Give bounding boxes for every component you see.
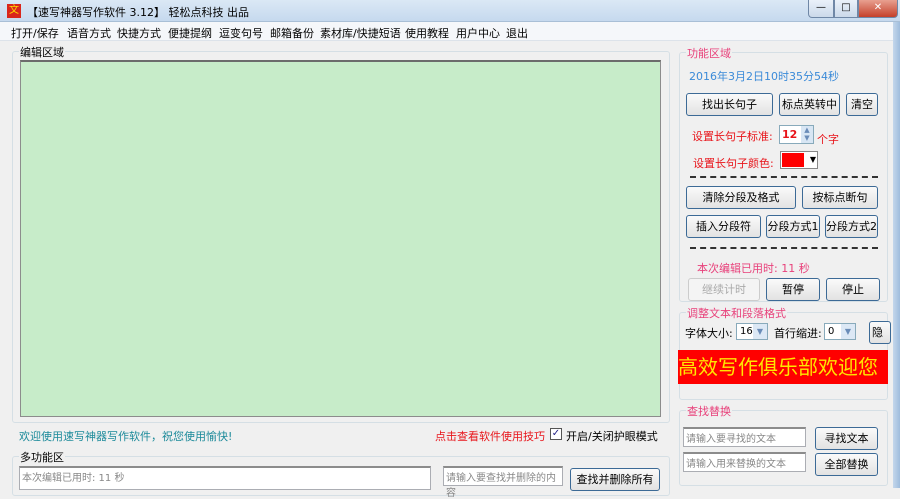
find-long-sentence-button[interactable]: 找出长句子 xyxy=(686,93,773,116)
menu-tutorial[interactable]: 使用教程 xyxy=(405,25,449,41)
replace-input[interactable]: 请输入用来替换的文本 xyxy=(683,452,806,472)
color-picker[interactable]: ▼ xyxy=(780,151,818,169)
editor-group-label: 编辑区域 xyxy=(19,44,65,60)
long-std-label: 设置长句子标准: xyxy=(692,130,773,143)
editor-textarea[interactable] xyxy=(20,60,661,417)
multi-group-label: 多功能区 xyxy=(19,449,65,465)
find-text-button[interactable]: 寻找文本 xyxy=(815,427,878,450)
menu-user-center[interactable]: 用户中心 xyxy=(456,25,500,41)
welcome-banner: 高效写作俱乐部欢迎您 xyxy=(678,350,888,384)
spin-arrows-icon[interactable]: ▲ ▼ xyxy=(801,126,813,143)
punct-convert-button[interactable]: 标点英转中 xyxy=(779,93,840,116)
indent-label: 首行缩进: xyxy=(774,327,822,340)
welcome-text: 欢迎使用速写神器写作软件，祝您使用愉快! xyxy=(19,430,233,443)
para-mode1-button[interactable]: 分段方式1 xyxy=(766,215,820,238)
pause-button[interactable]: 暂停 xyxy=(766,278,820,301)
format-group-label: 调整文本和段落格式 xyxy=(686,305,787,321)
find-input[interactable]: 请输入要寻找的文本 xyxy=(683,427,806,447)
eye-mode-label: 开启/关闭护眼模式 xyxy=(566,430,658,443)
menu-comma-period[interactable]: 逗变句号 xyxy=(219,25,263,41)
break-by-punct-button[interactable]: 按标点断句 xyxy=(802,186,878,209)
tips-link[interactable]: 点击查看软件使用技巧 xyxy=(435,428,545,444)
indent-select[interactable]: 0 ▼ xyxy=(824,323,856,340)
insert-para-button[interactable]: 插入分段符 xyxy=(686,215,761,238)
menu-outline[interactable]: 便捷提纲 xyxy=(168,25,212,41)
chevron-down-icon: ▼ xyxy=(841,324,855,339)
menu-shortcut[interactable]: 快捷方式 xyxy=(117,25,161,41)
chevron-down-icon: ▼ xyxy=(809,155,816,164)
app-icon: 文 xyxy=(7,4,21,18)
log-textarea[interactable]: 本次编辑已用时: 11 秒 xyxy=(19,466,431,490)
menu-materials[interactable]: 素材库/快捷短语 xyxy=(320,25,401,41)
datetime-display: 2016年3月2日10时35分54秒 xyxy=(689,70,839,83)
menu-open-save[interactable]: 打开/保存 xyxy=(11,25,59,41)
maximize-button[interactable]: □ xyxy=(834,0,858,18)
clear-format-button[interactable]: 清除分段及格式 xyxy=(686,186,796,209)
delete-search-input[interactable]: 请输入要查找并删除的内容 xyxy=(443,466,563,499)
menu-voice[interactable]: 语音方式 xyxy=(67,25,111,41)
replace-all-button[interactable]: 全部替换 xyxy=(815,453,878,476)
title-bar: 文 【速写神器写作软件 3.12】 轻松点科技 出品 — □ ✕ xyxy=(0,0,900,22)
elapsed-text: 本次编辑已用时: 11 秒 xyxy=(697,262,810,275)
hide-button[interactable]: 隐藏 xyxy=(869,321,891,344)
long-std-stepper[interactable]: 12 ▲ ▼ xyxy=(779,125,814,144)
menu-mail-backup[interactable]: 邮箱备份 xyxy=(270,25,314,41)
resume-timer-button: 继续计时 xyxy=(688,278,760,301)
font-size-label: 字体大小: xyxy=(685,327,733,340)
window-title: 【速写神器写作软件 3.12】 轻松点科技 出品 xyxy=(27,6,249,19)
font-size-value: 16 xyxy=(740,326,753,337)
divider xyxy=(690,247,878,249)
function-group-label: 功能区域 xyxy=(686,45,732,61)
minimize-button[interactable]: — xyxy=(808,0,834,18)
clear-button[interactable]: 清空 xyxy=(846,93,878,116)
stop-button[interactable]: 停止 xyxy=(826,278,880,301)
close-button[interactable]: ✕ xyxy=(858,0,898,18)
color-swatch xyxy=(782,153,804,167)
long-std-unit: 个字 xyxy=(817,133,839,146)
long-std-value: 12 xyxy=(782,128,798,141)
chevron-down-icon: ▼ xyxy=(753,324,767,339)
font-size-select[interactable]: 16 ▼ xyxy=(736,323,768,340)
indent-value: 0 xyxy=(828,326,835,337)
para-mode2-button[interactable]: 分段方式2 xyxy=(825,215,878,238)
divider xyxy=(690,176,878,178)
replace-group-label: 查找替换 xyxy=(686,403,732,419)
menu-exit[interactable]: 退出 xyxy=(506,25,528,41)
eye-mode-checkbox[interactable]: ✓ xyxy=(550,428,562,440)
menu-bar: 打开/保存 语音方式 快捷方式 便捷提纲 逗变句号 邮箱备份 素材库/快捷短语 … xyxy=(0,22,900,41)
color-label: 设置长句子颜色: xyxy=(693,157,774,170)
window-frame-right xyxy=(893,22,900,488)
